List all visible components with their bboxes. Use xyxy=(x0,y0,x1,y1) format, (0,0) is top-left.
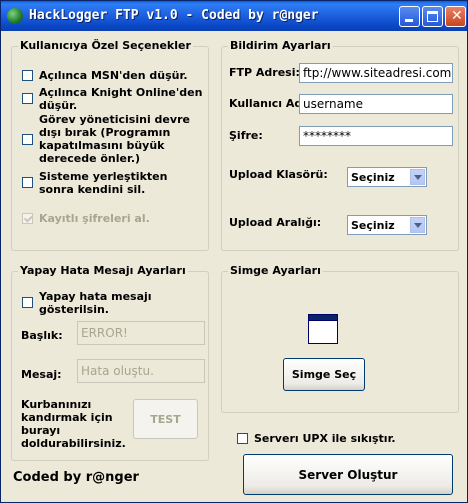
hint-line2: kandırmak için xyxy=(21,411,113,424)
close-button[interactable]: ✕ xyxy=(445,6,466,27)
title-bar[interactable]: HackLogger FTP v1.0 - Coded by r@nger ✕ xyxy=(1,1,467,31)
task-manager-label-line4: derecede önler.) xyxy=(39,152,141,165)
self-delete-checkbox[interactable] xyxy=(22,177,33,188)
self-delete-label-line2: sonra kendini sil. xyxy=(39,183,146,196)
task-manager-checkbox[interactable] xyxy=(22,134,33,145)
fake-error-label-line2: gösterilsin. xyxy=(39,303,109,316)
error-title-input[interactable]: ERROR! xyxy=(77,321,205,345)
knight-online-checkbox[interactable] xyxy=(22,93,33,104)
fake-error-legend: Yapay Hata Mesajı Ayarları xyxy=(18,264,188,277)
msn-disconnect-label: Açılınca MSN'den düşür. xyxy=(39,69,188,82)
upload-folder-label: Upload Klasörü: xyxy=(229,168,328,181)
main-window: HackLogger FTP v1.0 - Coded by r@nger ✕ … xyxy=(0,0,468,503)
footer-credit: Coded by r@nger xyxy=(13,470,139,485)
upload-interval-value: Seçiniz xyxy=(351,219,395,232)
password-input[interactable]: ******** xyxy=(299,126,453,146)
minimize-icon xyxy=(405,19,413,22)
icon-group: Simge Ayarları xyxy=(221,264,459,413)
task-manager-label-line1: Görev yöneticisini devre xyxy=(39,113,190,126)
username-input[interactable]: username xyxy=(299,94,453,114)
msn-disconnect-checkbox[interactable] xyxy=(22,70,33,81)
upload-interval-select[interactable]: Seçiniz xyxy=(347,215,427,235)
test-button[interactable]: TEST xyxy=(133,399,198,439)
icon-legend: Simge Ayarları xyxy=(228,264,323,277)
notify-legend: Bildirim Ayarları xyxy=(228,39,333,52)
task-manager-label-line3: kapatılmasını büyük xyxy=(39,139,165,152)
task-manager-label-line2: dışı bırak (Programın xyxy=(39,126,171,139)
maximize-icon xyxy=(427,11,438,22)
upx-checkbox[interactable] xyxy=(237,433,248,444)
password-label: Şifre: xyxy=(229,129,263,142)
chevron-down-icon[interactable] xyxy=(410,217,425,233)
knight-online-label-line1: Açılınca Knight Online'den xyxy=(39,86,203,99)
error-message-label: Mesaj: xyxy=(21,368,62,381)
choose-icon-button[interactable]: Simge Seç xyxy=(283,358,365,391)
hint-line4: doldurabilirsiniz. xyxy=(21,437,126,450)
user-options-legend: Kullanıcıya Özel Seçenekler xyxy=(18,39,193,52)
saved-passwords-label: Kayıtlı şifreleri al. xyxy=(39,212,150,225)
upx-label: Serverı UPX ile sıkıştır. xyxy=(254,432,396,445)
maximize-button[interactable] xyxy=(422,6,443,27)
fake-error-label-line1: Yapay hata mesajı xyxy=(39,290,152,303)
upload-folder-value: Seçiniz xyxy=(351,171,395,184)
saved-passwords-checkbox[interactable] xyxy=(22,213,33,224)
icon-frame-line xyxy=(309,320,337,321)
upload-interval-label: Upload Aralığı: xyxy=(229,216,322,229)
window-title: HackLogger FTP v1.0 - Coded by r@nger xyxy=(29,8,319,23)
knight-online-label-line2: düşür. xyxy=(39,99,78,112)
app-globe-icon xyxy=(7,8,23,24)
error-title-label: Başlık: xyxy=(21,329,63,342)
build-server-button[interactable]: Server Oluştur xyxy=(243,454,453,495)
minimize-button[interactable] xyxy=(399,6,420,27)
close-icon: ✕ xyxy=(451,8,463,24)
ftp-address-input[interactable]: ftp://www.siteadresi.com xyxy=(299,63,453,83)
window-preview-icon xyxy=(308,314,338,344)
hint-line3: burayı xyxy=(21,424,61,437)
fake-error-checkbox[interactable] xyxy=(22,297,33,308)
ftp-address-label: FTP Adresi: xyxy=(229,66,300,79)
error-message-input[interactable]: Hata oluştu. xyxy=(77,359,205,383)
chevron-down-icon[interactable] xyxy=(410,169,425,185)
upload-folder-select[interactable]: Seçiniz xyxy=(347,167,427,187)
self-delete-label-line1: Sisteme yerleştikten xyxy=(39,170,168,183)
hint-line1: Kurbanınızı xyxy=(21,398,92,411)
